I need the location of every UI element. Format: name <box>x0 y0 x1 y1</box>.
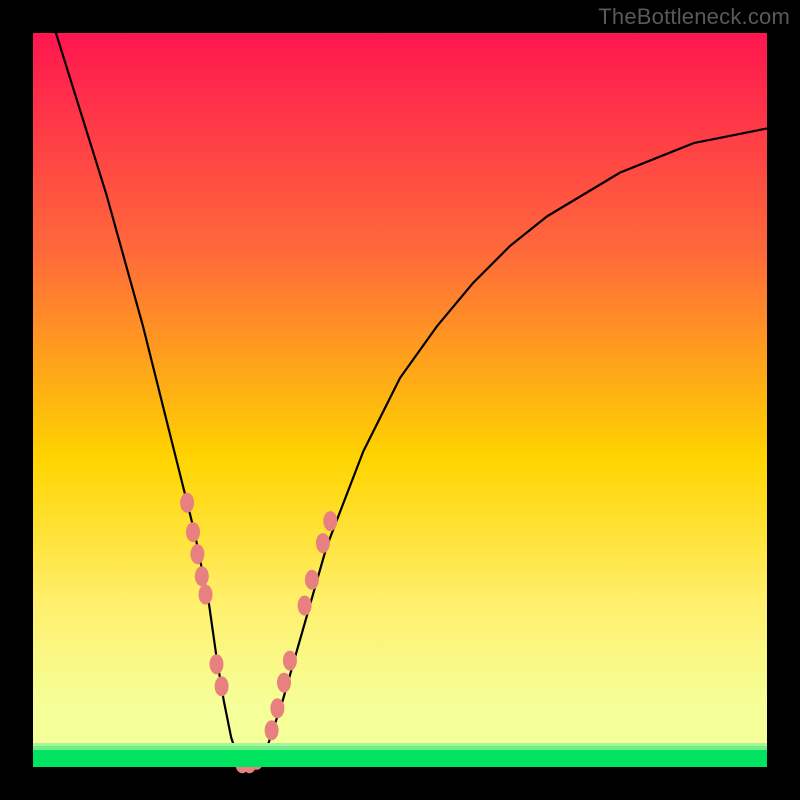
outer-frame: TheBottleneck.com <box>0 0 800 800</box>
green-strip-2 <box>33 750 767 767</box>
dot-14 <box>283 651 297 671</box>
dot-12 <box>270 698 284 718</box>
chart-svg <box>33 33 767 767</box>
dot-18 <box>323 511 337 531</box>
dot-17 <box>316 533 330 553</box>
dot-2 <box>190 544 204 564</box>
watermark-text: TheBottleneck.com <box>598 4 790 30</box>
dot-0 <box>180 493 194 513</box>
dot-11 <box>265 720 279 740</box>
dot-15 <box>298 596 312 616</box>
dot-1 <box>186 522 200 542</box>
dot-6 <box>215 676 229 696</box>
dot-3 <box>195 566 209 586</box>
dot-4 <box>199 585 213 605</box>
dot-5 <box>210 654 224 674</box>
dot-13 <box>277 673 291 693</box>
bottleneck-curve <box>33 0 767 767</box>
curve-dots <box>180 493 337 774</box>
dot-16 <box>305 570 319 590</box>
